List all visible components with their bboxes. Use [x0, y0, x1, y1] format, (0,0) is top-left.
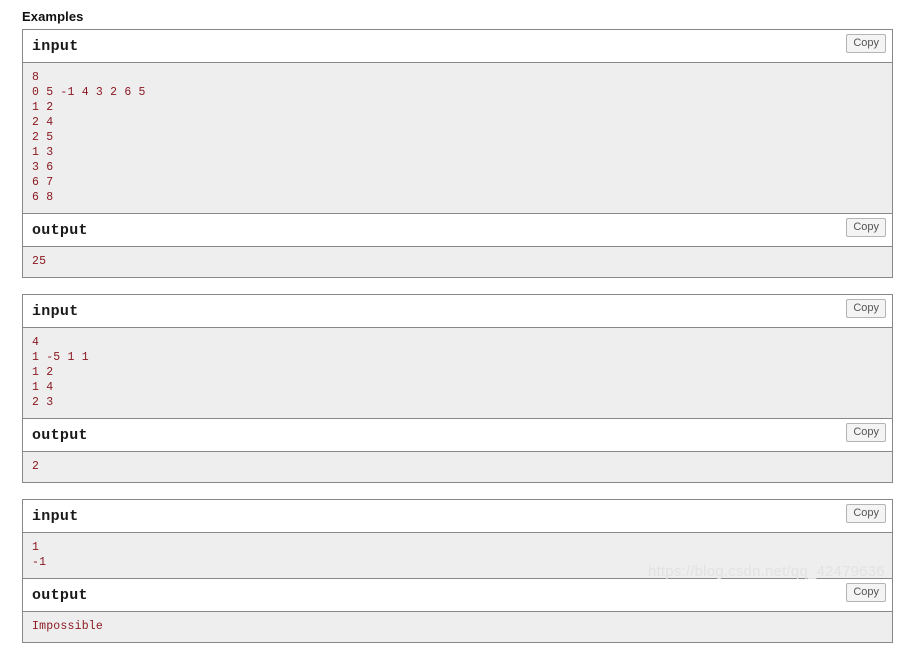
input-header-2: input Copy — [23, 295, 892, 328]
input-content-3: 1 -1 — [23, 533, 892, 579]
sample-test-1: input Copy 8 0 5 -1 4 3 2 6 5 1 2 2 4 2 … — [22, 29, 893, 278]
input-header-1: input Copy — [23, 30, 892, 63]
output-content-1: 25 — [23, 247, 892, 277]
output-content-3: Impossible — [23, 612, 892, 642]
sample-test-3: input Copy 1 -1 output Copy Impossible — [22, 499, 893, 643]
output-label-2: output — [32, 427, 88, 444]
output-content-2: 2 — [23, 452, 892, 482]
output-header-2: output Copy — [23, 419, 892, 452]
examples-page: Examples input Copy 8 0 5 -1 4 3 2 6 5 1… — [0, 0, 902, 643]
input-header-3: input Copy — [23, 500, 892, 533]
output-header-3: output Copy — [23, 579, 892, 612]
input-label-1: input — [32, 38, 79, 55]
output-label-1: output — [32, 222, 88, 239]
examples-list: input Copy 8 0 5 -1 4 3 2 6 5 1 2 2 4 2 … — [22, 29, 893, 659]
copy-input-button-3[interactable]: Copy — [846, 504, 886, 523]
copy-output-button-3[interactable]: Copy — [846, 583, 886, 602]
input-label-3: input — [32, 508, 79, 525]
sample-test-2: input Copy 4 1 -5 1 1 1 2 1 4 2 3 output… — [22, 294, 893, 483]
copy-input-button-1[interactable]: Copy — [846, 34, 886, 53]
input-label-2: input — [32, 303, 79, 320]
page-title: Examples — [22, 9, 84, 24]
copy-output-button-2[interactable]: Copy — [846, 423, 886, 442]
output-header-1: output Copy — [23, 214, 892, 247]
input-content-2: 4 1 -5 1 1 1 2 1 4 2 3 — [23, 328, 892, 419]
copy-input-button-2[interactable]: Copy — [846, 299, 886, 318]
input-content-1: 8 0 5 -1 4 3 2 6 5 1 2 2 4 2 5 1 3 3 6 6… — [23, 63, 892, 214]
copy-output-button-1[interactable]: Copy — [846, 218, 886, 237]
